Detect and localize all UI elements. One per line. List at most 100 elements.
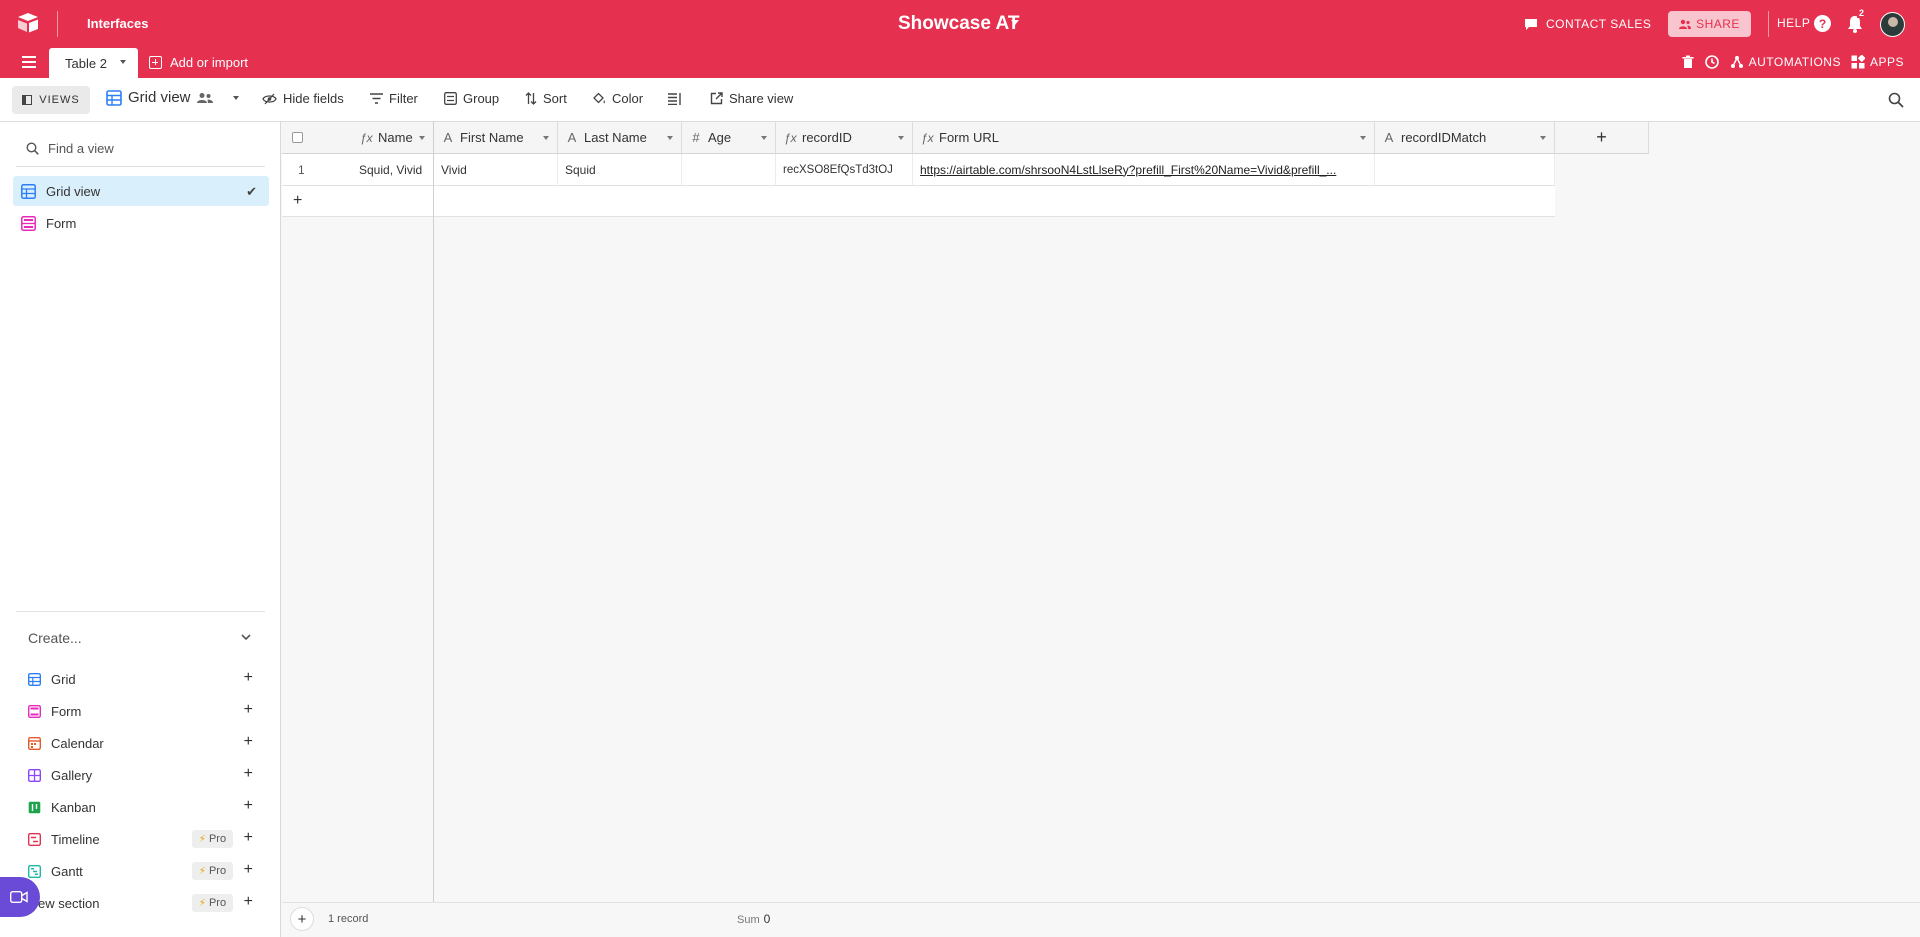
table-cell-form-url[interactable]: https://airtable.com/shrsooN4LstLlseRy?p… <box>913 154 1375 186</box>
create-section-header[interactable]: Create... <box>28 630 82 646</box>
create-section[interactable]: ew section ⚡ Pro + <box>28 892 253 914</box>
sort-button[interactable]: Sort <box>525 91 567 106</box>
column-header-label: First Name <box>460 130 524 145</box>
column-caret-icon[interactable] <box>761 136 767 140</box>
current-view-selector[interactable]: Grid view <box>106 89 239 106</box>
tab-caret-icon[interactable] <box>120 60 126 64</box>
plus-icon: + <box>1596 127 1607 147</box>
column-header-form-url[interactable]: ƒx Form URL <box>913 122 1375 154</box>
sidebar-view-grid[interactable]: Grid view ✔ <box>13 176 269 206</box>
base-title-caret-icon[interactable] <box>1011 20 1019 25</box>
menu-icon[interactable] <box>22 56 36 68</box>
column-header-label: Last Name <box>584 130 647 145</box>
column-header-record-id[interactable]: ƒx recordID <box>776 122 913 154</box>
column-header-name[interactable]: ƒx Name <box>352 122 434 154</box>
column-caret-icon[interactable] <box>543 136 549 140</box>
column-caret-icon[interactable] <box>1540 136 1546 140</box>
hide-fields-button[interactable]: Hide fields <box>262 91 344 106</box>
help-icon[interactable]: ? <box>1814 15 1831 32</box>
create-grid[interactable]: Grid + <box>28 668 253 690</box>
table-cell-record-id[interactable]: recXSO8EfQsTd3tOJ <box>776 154 913 186</box>
plus-icon[interactable]: + <box>244 765 253 783</box>
group-label: Group <box>463 91 500 106</box>
filter-label: Filter <box>389 91 418 106</box>
table-cell-last-name[interactable]: Squid <box>558 154 682 186</box>
sidebar-view-form[interactable]: Form <box>13 208 269 238</box>
add-record-footer-button[interactable]: + <box>290 907 314 931</box>
column-caret-icon[interactable] <box>1360 136 1366 140</box>
create-kanban[interactable]: Kanban + <box>28 796 253 818</box>
search-icon <box>26 142 39 155</box>
add-or-import-button[interactable]: Add or import <box>149 55 248 70</box>
history-icon[interactable] <box>1704 54 1720 70</box>
plus-icon[interactable]: + <box>293 192 302 210</box>
form-url-link[interactable]: https://airtable.com/shrsooN4LstLlseRy?p… <box>920 163 1368 177</box>
plus-icon[interactable]: + <box>244 669 253 687</box>
plus-icon[interactable]: + <box>244 893 253 911</box>
sum-label: Sum <box>737 914 760 926</box>
select-all-checkbox[interactable] <box>292 132 303 143</box>
chevron-down-icon[interactable] <box>240 631 252 643</box>
create-timeline[interactable]: Timeline ⚡ Pro + <box>28 828 253 850</box>
apps-button[interactable]: APPS <box>1851 55 1904 69</box>
grid-icon <box>28 672 41 686</box>
views-label: VIEWS <box>39 94 80 106</box>
plus-icon[interactable]: + <box>244 861 253 879</box>
plus-icon[interactable]: + <box>244 733 253 751</box>
share-view-button[interactable]: Share view <box>710 91 793 106</box>
pro-badge: ⚡ Pro <box>192 894 233 912</box>
column-header-label: Age <box>708 130 732 145</box>
filter-button[interactable]: Filter <box>370 91 418 106</box>
help-button[interactable]: HELP <box>1777 16 1810 30</box>
plus-icon[interactable]: + <box>244 797 253 815</box>
row-height-icon[interactable] <box>668 93 682 105</box>
create-calendar[interactable]: Calendar + <box>28 732 253 754</box>
automations-button[interactable]: AUTOMATIONS <box>1730 55 1841 69</box>
column-caret-icon[interactable] <box>667 136 673 140</box>
table-cell-record-id-match[interactable] <box>1375 154 1555 186</box>
user-avatar[interactable] <box>1880 12 1905 37</box>
table-cell-first-name[interactable]: Vivid <box>434 154 558 186</box>
filter-icon <box>370 93 383 104</box>
plus-icon[interactable]: + <box>244 829 253 847</box>
tab-table-2[interactable]: Table 2 <box>49 48 138 78</box>
header-row: Interfaces Showcase AT CONTACT SALES SHA… <box>0 0 1920 48</box>
share-button[interactable]: SHARE <box>1668 11 1751 37</box>
pro-badge: ⚡ Pro <box>192 862 233 880</box>
views-toggle-button[interactable]: VIEWS <box>12 86 90 114</box>
color-label: Color <box>612 91 644 106</box>
airtable-logo-icon[interactable] <box>16 12 40 34</box>
notification-count-badge: 2 <box>1857 8 1867 18</box>
find-view-search[interactable]: Find a view <box>26 141 114 156</box>
base-title[interactable]: Showcase AT <box>898 13 1019 35</box>
create-form[interactable]: Form + <box>28 700 253 722</box>
interfaces-link[interactable]: Interfaces <box>87 16 148 31</box>
table-cell-age[interactable] <box>682 154 776 186</box>
column-header-record-id-match[interactable]: A recordIDMatch <box>1375 122 1555 154</box>
contact-sales-button[interactable]: CONTACT SALES <box>1524 14 1651 34</box>
create-gallery[interactable]: Gallery + <box>28 764 253 786</box>
plus-icon[interactable]: + <box>244 701 253 719</box>
tab-table-2-label: Table 2 <box>65 55 107 71</box>
sidebar-view-label: Grid view <box>46 183 101 199</box>
group-button[interactable]: Group <box>444 91 499 106</box>
add-record-row[interactable]: + <box>282 186 1555 217</box>
column-header-age[interactable]: # Age <box>682 122 776 154</box>
table-cell-name[interactable]: Squid, Vivid <box>352 154 434 186</box>
calendar-icon <box>28 736 41 750</box>
trash-icon[interactable] <box>1682 55 1694 69</box>
current-view-label: Grid view <box>128 89 191 106</box>
search-icon[interactable] <box>1888 92 1904 108</box>
add-field-button[interactable]: + <box>1555 122 1649 154</box>
column-caret-icon[interactable] <box>898 136 904 140</box>
contact-sales-label: CONTACT SALES <box>1546 17 1652 31</box>
column-header-last-name[interactable]: A Last Name <box>558 122 682 154</box>
video-record-button[interactable] <box>0 877 40 917</box>
column-header-first-name[interactable]: A First Name <box>434 122 558 154</box>
row-number-cell[interactable]: 1 <box>282 154 352 186</box>
age-sum-summary[interactable]: Sum 0 <box>737 912 770 926</box>
view-caret-icon[interactable] <box>232 95 239 100</box>
column-caret-icon[interactable] <box>419 136 425 140</box>
create-gantt[interactable]: Gantt ⚡ Pro + <box>28 860 253 882</box>
color-button[interactable]: Color <box>592 91 643 106</box>
